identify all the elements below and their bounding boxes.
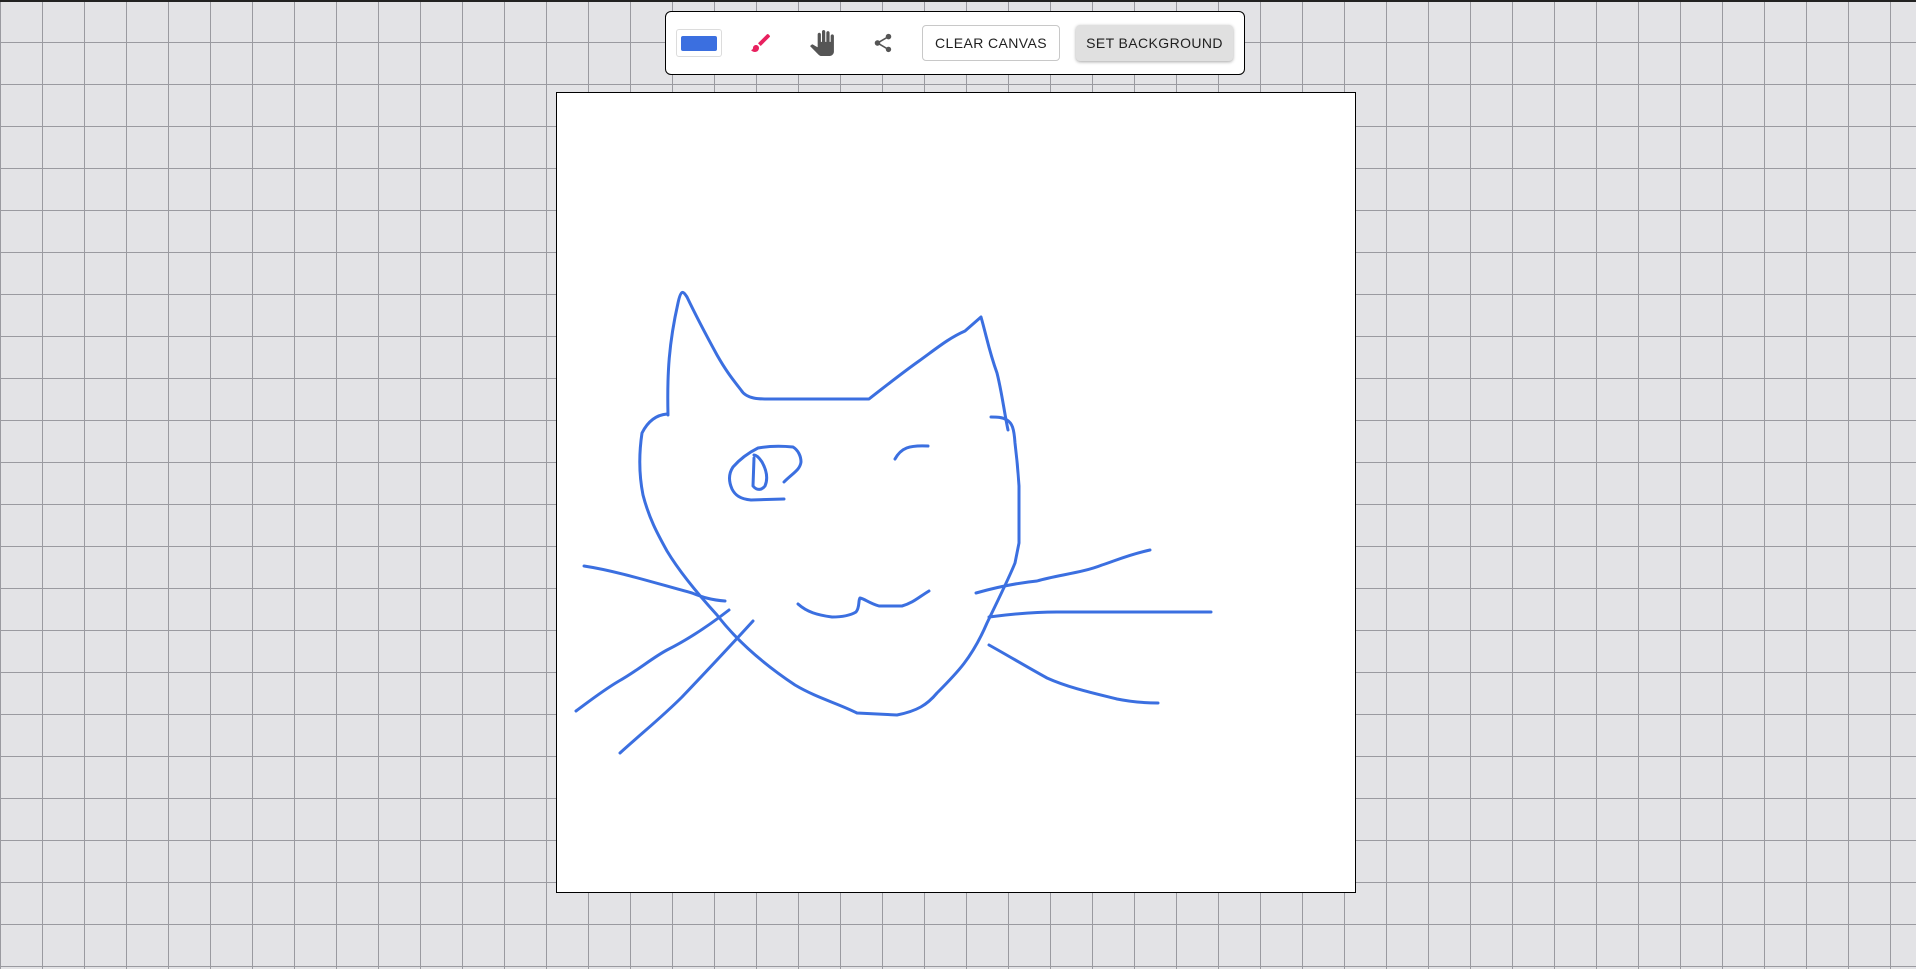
share-icon [874,33,892,53]
drawing-stroke [974,548,1152,595]
drawing-stroke [796,589,931,619]
drawing-canvas[interactable] [556,92,1356,893]
pan-tool-button[interactable] [800,21,844,65]
current-color-swatch [681,35,717,51]
brush-icon [751,34,770,52]
drawing-stroke [638,412,1021,717]
window-top-border [0,0,1916,2]
drawing-stroke [987,610,1213,619]
set-background-button[interactable]: SET BACKGROUND [1076,25,1233,61]
drawing-stroke [893,444,930,461]
drawing-stroke [582,564,727,603]
share-button[interactable] [861,21,905,65]
drawing-stroke [574,608,731,713]
drawing-stroke [751,453,769,491]
drawing-toolbar: CLEAR CANVAS SET BACKGROUND [665,11,1245,75]
drawing-stroke [666,291,1010,432]
color-picker-button[interactable] [676,29,722,57]
hand-icon [810,30,834,56]
clear-canvas-button[interactable]: CLEAR CANVAS [922,25,1060,61]
drawing-stroke [987,643,1160,705]
cat-drawing-icon [574,291,1213,755]
brush-tool-button[interactable] [739,21,783,65]
